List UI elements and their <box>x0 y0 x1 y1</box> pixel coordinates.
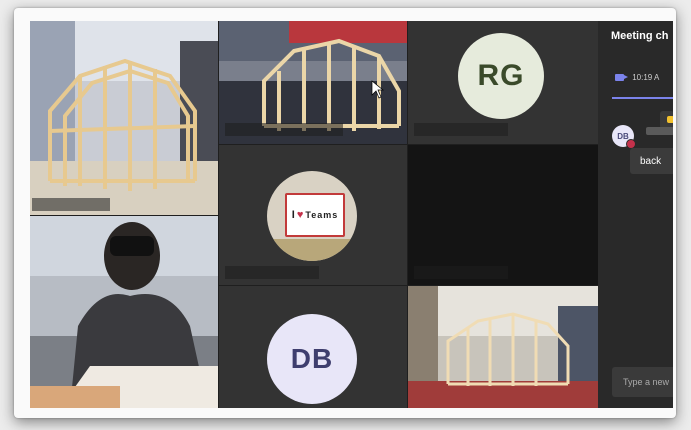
meeting-chat-panel: Meeting ch 10:19 A DB back Type a new <box>598 21 673 408</box>
participant-video-tile[interactable] <box>219 21 407 144</box>
avatar-db: DB <box>267 314 357 404</box>
table-surface <box>267 239 357 261</box>
video-frame-barn-3 <box>408 286 598 408</box>
video-camera-icon <box>615 74 628 81</box>
participant-video-tile[interactable] <box>408 286 598 408</box>
logo-text-i: I <box>291 209 296 221</box>
participant-name-tag <box>225 266 319 279</box>
participant-avatar-tile[interactable]: RG <box>408 21 598 144</box>
video-frame-barn <box>30 21 218 215</box>
participant-video-tile[interactable] <box>408 145 598 285</box>
heart-icon: ♥ <box>296 209 305 221</box>
sender-name-redacted <box>646 127 673 135</box>
meeting-time-row[interactable]: 10:19 A <box>615 73 659 82</box>
teams-mug-graphic: I ♥ Teams <box>285 193 345 237</box>
teams-logo-avatar: I ♥ Teams <box>267 171 357 261</box>
compose-message-input[interactable]: Type a new <box>612 367 673 397</box>
participant-avatar-tile[interactable]: DB <box>219 286 407 408</box>
participant-name-tag <box>225 123 343 136</box>
teams-meeting-window: RG I ♥ Teams DB Meeting ch 10:19 A DB ba… <box>30 21 673 408</box>
participant-avatar-tile[interactable]: I ♥ Teams <box>219 145 407 285</box>
chat-sender-avatar: DB <box>612 125 636 149</box>
chat-message-bubble[interactable]: back <box>630 148 673 174</box>
chat-message-text: back <box>640 155 662 167</box>
participant-name-tag <box>32 198 110 211</box>
participant-name-tag <box>414 123 508 136</box>
avatar-initials: DB <box>290 343 334 374</box>
meeting-time: 10:19 A <box>632 73 660 82</box>
active-tab-indicator <box>612 97 673 99</box>
chat-panel-title: Meeting ch <box>611 30 669 42</box>
video-frame-student <box>30 216 218 408</box>
logo-text-teams: Teams <box>305 210 339 220</box>
participant-video-tile[interactable] <box>30 216 218 408</box>
avatar-rg: RG <box>458 33 544 119</box>
participant-video-tile[interactable] <box>30 21 218 215</box>
participant-name-tag <box>414 266 508 279</box>
avatar-initials: RG <box>477 59 525 92</box>
